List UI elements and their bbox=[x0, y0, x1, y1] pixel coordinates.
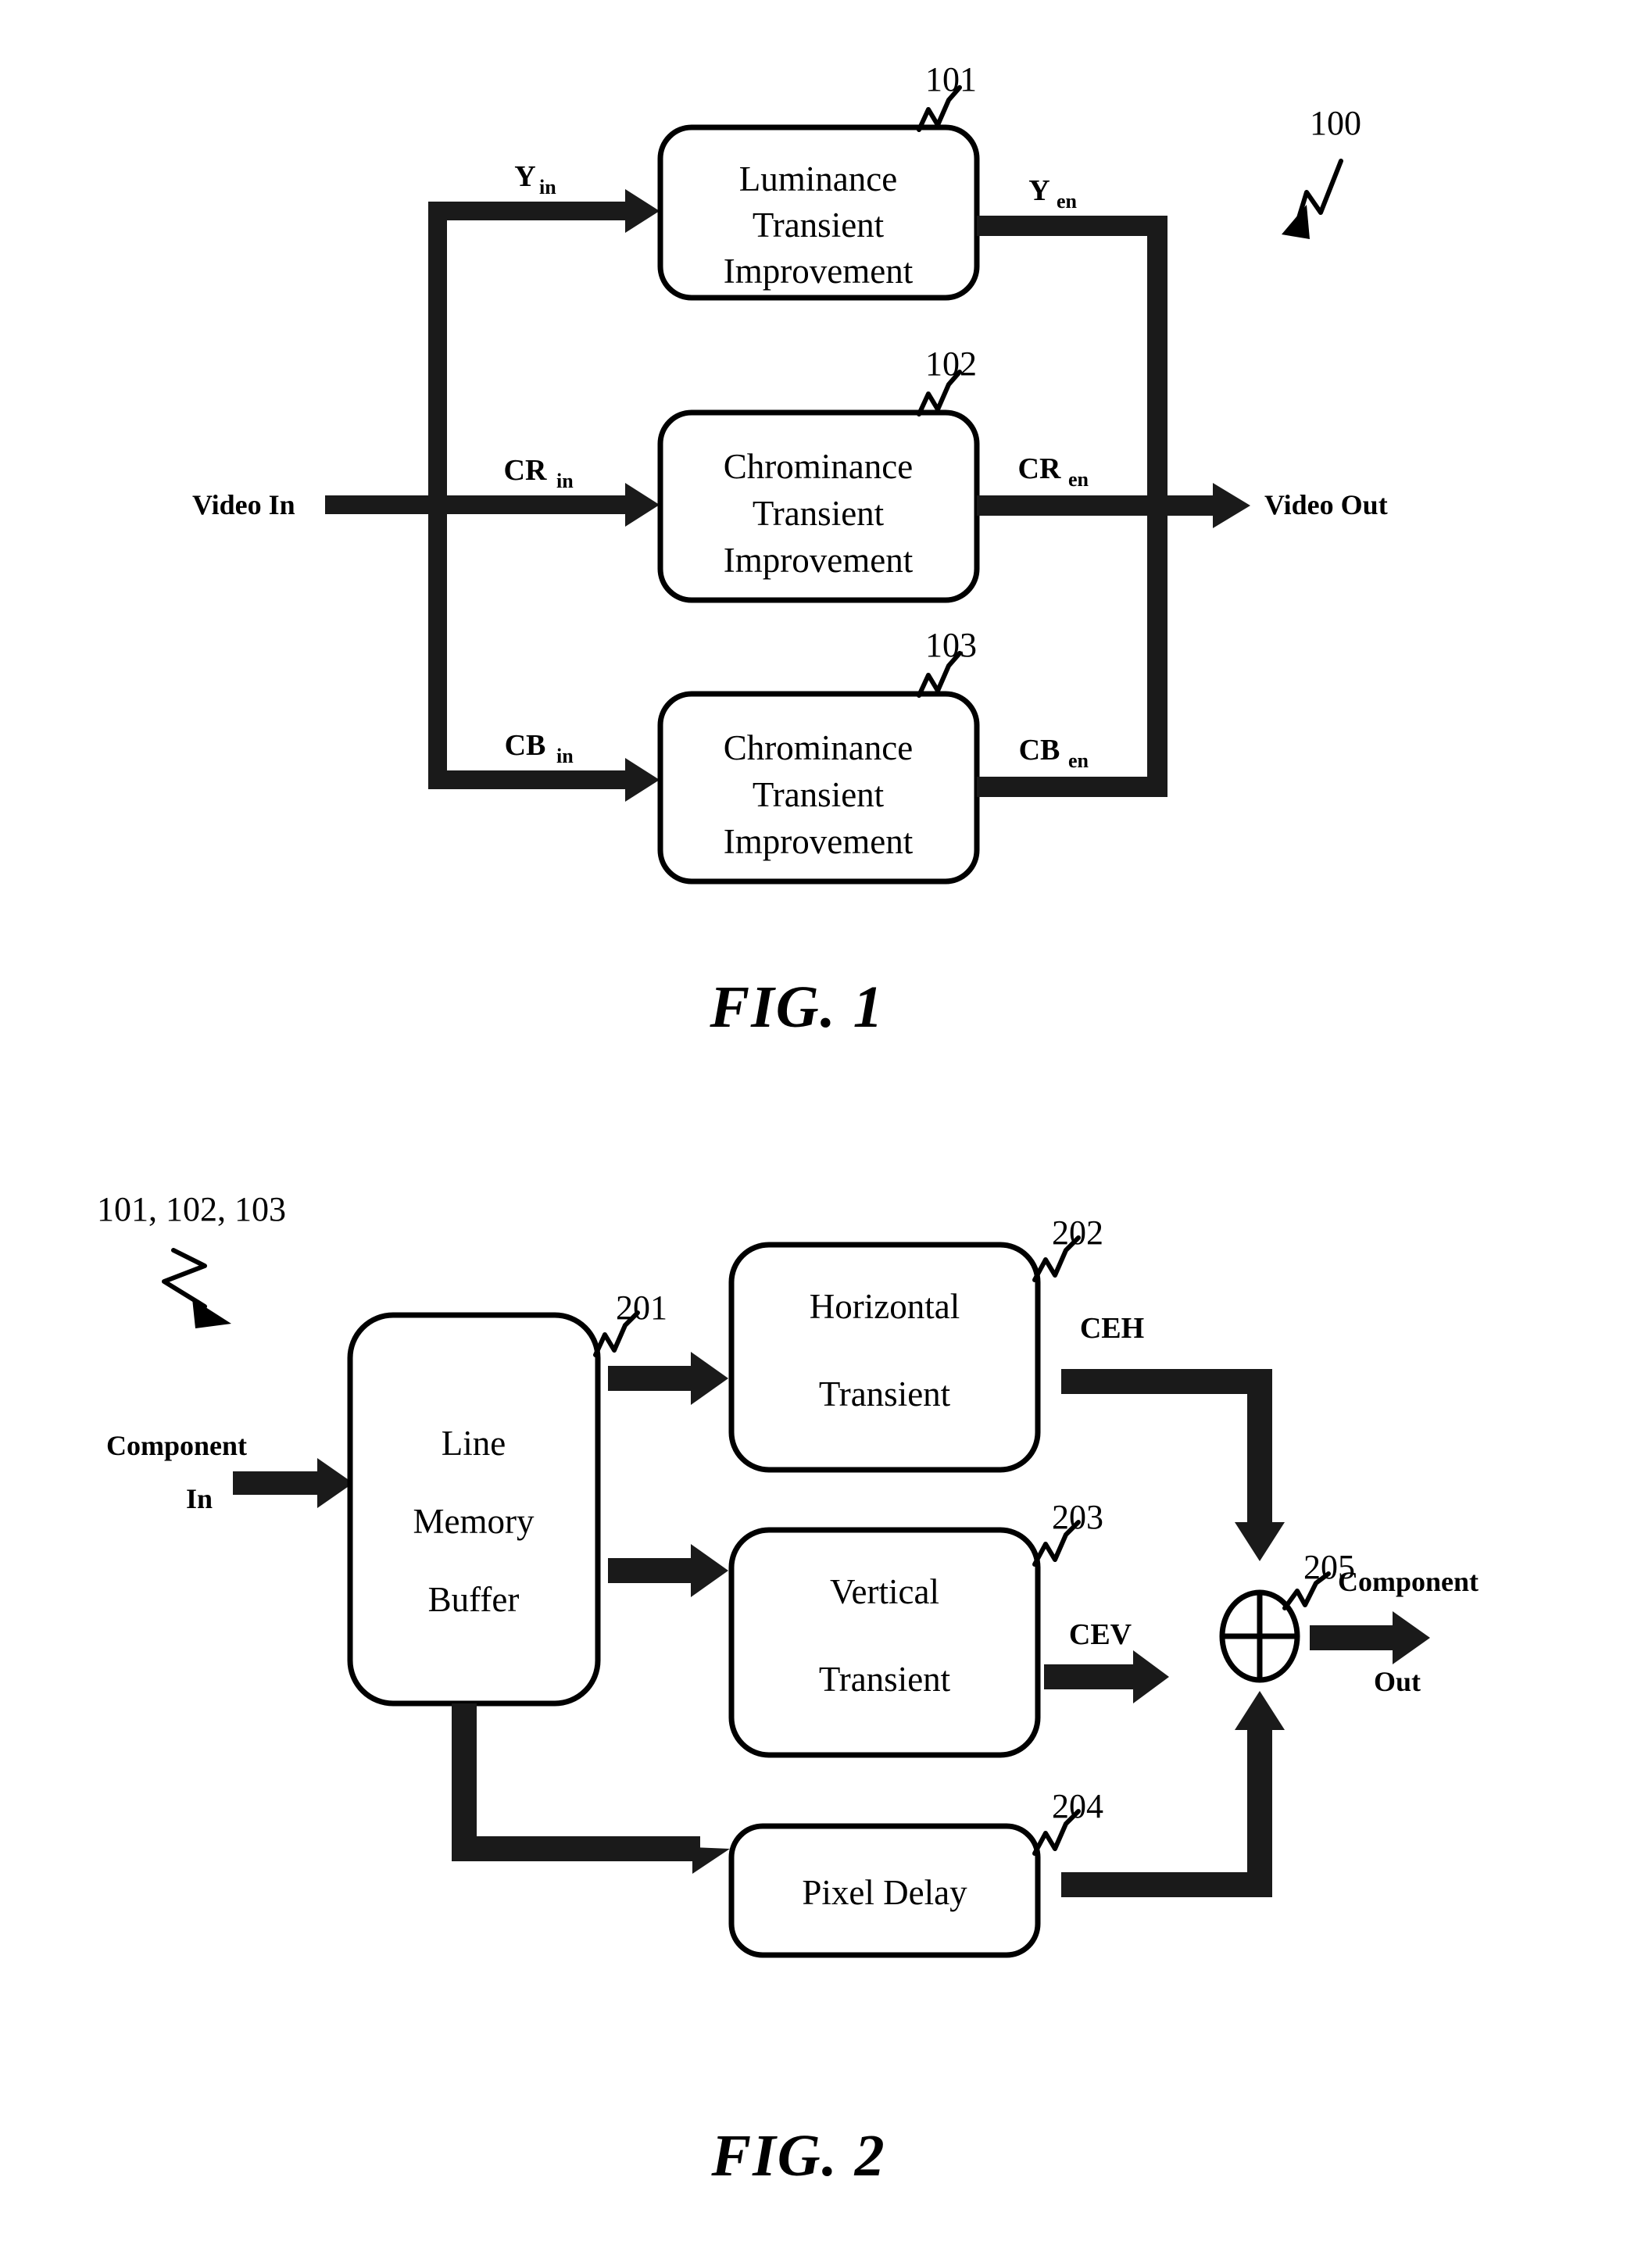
video-out-bus bbox=[977, 216, 1250, 797]
block-201-line-1: Line bbox=[442, 1424, 506, 1463]
block-101-line-1: Luminance bbox=[739, 159, 897, 198]
ref-203-number: 203 bbox=[1052, 1498, 1103, 1536]
block-102-line-1: Chrominance bbox=[724, 447, 913, 486]
signal-y-in-text: Y bbox=[514, 160, 535, 193]
block-202-line-1: Horizontal bbox=[810, 1287, 960, 1326]
signal-cr-en-text: CR bbox=[1018, 452, 1061, 485]
signal-cb-in-label: CB in bbox=[505, 729, 574, 767]
signal-cb-en-label: CB en bbox=[1019, 734, 1089, 772]
block-201-line-3: Buffer bbox=[428, 1580, 520, 1619]
video-in-label: Video In bbox=[192, 489, 295, 520]
signal-cb-in-text: CB bbox=[505, 729, 546, 762]
block-202-box[interactable] bbox=[728, 1242, 1041, 1473]
block-203-vertical-transient[interactable]: Vertical Transient bbox=[728, 1527, 1041, 1758]
block-201-line-2: Memory bbox=[413, 1502, 535, 1541]
ref-204-leader: 204 bbox=[1032, 1787, 1103, 1856]
block-202-horizontal-transient[interactable]: Horizontal Transient bbox=[728, 1242, 1041, 1473]
ref-group-number: 101, 102, 103 bbox=[97, 1190, 286, 1228]
ref-204-number: 204 bbox=[1052, 1787, 1103, 1825]
ref-101-leader: 101 bbox=[917, 60, 977, 132]
ref-103-number: 103 bbox=[925, 626, 977, 664]
block-102-line-3: Improvement bbox=[724, 541, 914, 580]
ref-203-leader: 203 bbox=[1032, 1498, 1103, 1567]
ref-201-number: 201 bbox=[616, 1289, 667, 1327]
ref-202-leader: 202 bbox=[1032, 1213, 1103, 1282]
ref-101-number: 101 bbox=[925, 60, 977, 98]
block-204-line-1: Pixel Delay bbox=[802, 1873, 967, 1912]
figure-2: 101, 102, 103 Component In Line Memory B… bbox=[97, 1190, 1479, 2189]
arrow-lmb-to-pixel-delay bbox=[452, 1703, 730, 1874]
ref-103-leader: 103 bbox=[917, 626, 977, 698]
signal-cev-label: CEV bbox=[1069, 1618, 1132, 1651]
ref-102-number: 102 bbox=[925, 345, 977, 383]
block-103-chrominance-transient-improvement[interactable]: Chrominance Transient Improvement bbox=[657, 691, 980, 885]
block-101-line-2: Transient bbox=[753, 206, 885, 245]
block-202-line-2: Transient bbox=[819, 1374, 951, 1414]
signal-cr-en-label: CR en bbox=[1018, 452, 1089, 491]
block-203-box[interactable] bbox=[728, 1527, 1041, 1758]
ref-group-leader: 101, 102, 103 bbox=[97, 1190, 286, 1328]
arrow-lmb-to-horizontal bbox=[608, 1352, 728, 1405]
signal-cr-in-label: CR in bbox=[504, 454, 574, 492]
ref-202-number: 202 bbox=[1052, 1213, 1103, 1252]
component-in-label-line1: Component bbox=[106, 1430, 247, 1461]
signal-y-en-sub: en bbox=[1057, 190, 1078, 213]
patent-drawing-sheet: Video In Luminance Transient Improvement… bbox=[0, 0, 1652, 2259]
signal-cb-en-text: CB bbox=[1019, 734, 1060, 767]
block-103-line-3: Improvement bbox=[724, 822, 914, 861]
signal-y-en-text: Y bbox=[1028, 174, 1049, 207]
arrow-cr-in bbox=[438, 483, 660, 527]
signal-y-en-label: Y en bbox=[1028, 174, 1077, 213]
block-102-chrominance-transient-improvement[interactable]: Chrominance Transient Improvement bbox=[657, 409, 980, 603]
signal-cr-in-text: CR bbox=[504, 454, 547, 487]
signal-y-in-sub: in bbox=[539, 176, 556, 198]
drawing-canvas: Video In Luminance Transient Improvement… bbox=[97, 60, 1479, 2189]
component-out-label-line1: Component bbox=[1338, 1566, 1479, 1597]
block-204-pixel-delay[interactable]: Pixel Delay bbox=[728, 1823, 1041, 1958]
block-101-line-3: Improvement bbox=[724, 252, 914, 291]
signal-ceh-label: CEH bbox=[1080, 1312, 1144, 1345]
ref-100-leader: 100 bbox=[1282, 104, 1361, 239]
arrow-lmb-to-vertical bbox=[608, 1544, 728, 1597]
signal-cb-en-sub: en bbox=[1068, 749, 1089, 772]
arrow-component-in bbox=[233, 1458, 353, 1508]
block-103-line-1: Chrominance bbox=[724, 728, 913, 767]
figure-1: Video In Luminance Transient Improvement… bbox=[192, 60, 1388, 1040]
figure-1-caption: FIG. 1 bbox=[709, 974, 884, 1040]
ref-100-number: 100 bbox=[1310, 104, 1361, 142]
figure-2-caption: FIG. 2 bbox=[710, 2123, 885, 2189]
signal-cb-in-sub: in bbox=[556, 745, 574, 767]
arrow-component-out bbox=[1310, 1611, 1430, 1664]
arrow-cb-in bbox=[438, 758, 660, 802]
block-203-line-1: Vertical bbox=[830, 1572, 939, 1611]
block-203-line-2: Transient bbox=[819, 1660, 951, 1699]
arrow-cev-to-adder bbox=[1044, 1650, 1169, 1703]
ref-102-leader: 102 bbox=[917, 345, 977, 416]
block-101-luminance-transient-improvement[interactable]: Luminance Transient Improvement bbox=[657, 124, 980, 301]
component-out-label-line2: Out bbox=[1374, 1666, 1421, 1697]
component-in-label-line2: In bbox=[186, 1483, 213, 1514]
block-103-line-2: Transient bbox=[753, 775, 885, 814]
block-201-line-memory-buffer[interactable]: Line Memory Buffer bbox=[347, 1312, 601, 1707]
signal-cr-en-sub: en bbox=[1068, 468, 1089, 491]
block-102-line-2: Transient bbox=[753, 494, 885, 533]
signal-cr-in-sub: in bbox=[556, 470, 574, 492]
signal-y-in-label: Y in bbox=[514, 160, 556, 198]
video-out-label: Video Out bbox=[1264, 489, 1388, 520]
ref-201-leader: 201 bbox=[593, 1289, 667, 1357]
